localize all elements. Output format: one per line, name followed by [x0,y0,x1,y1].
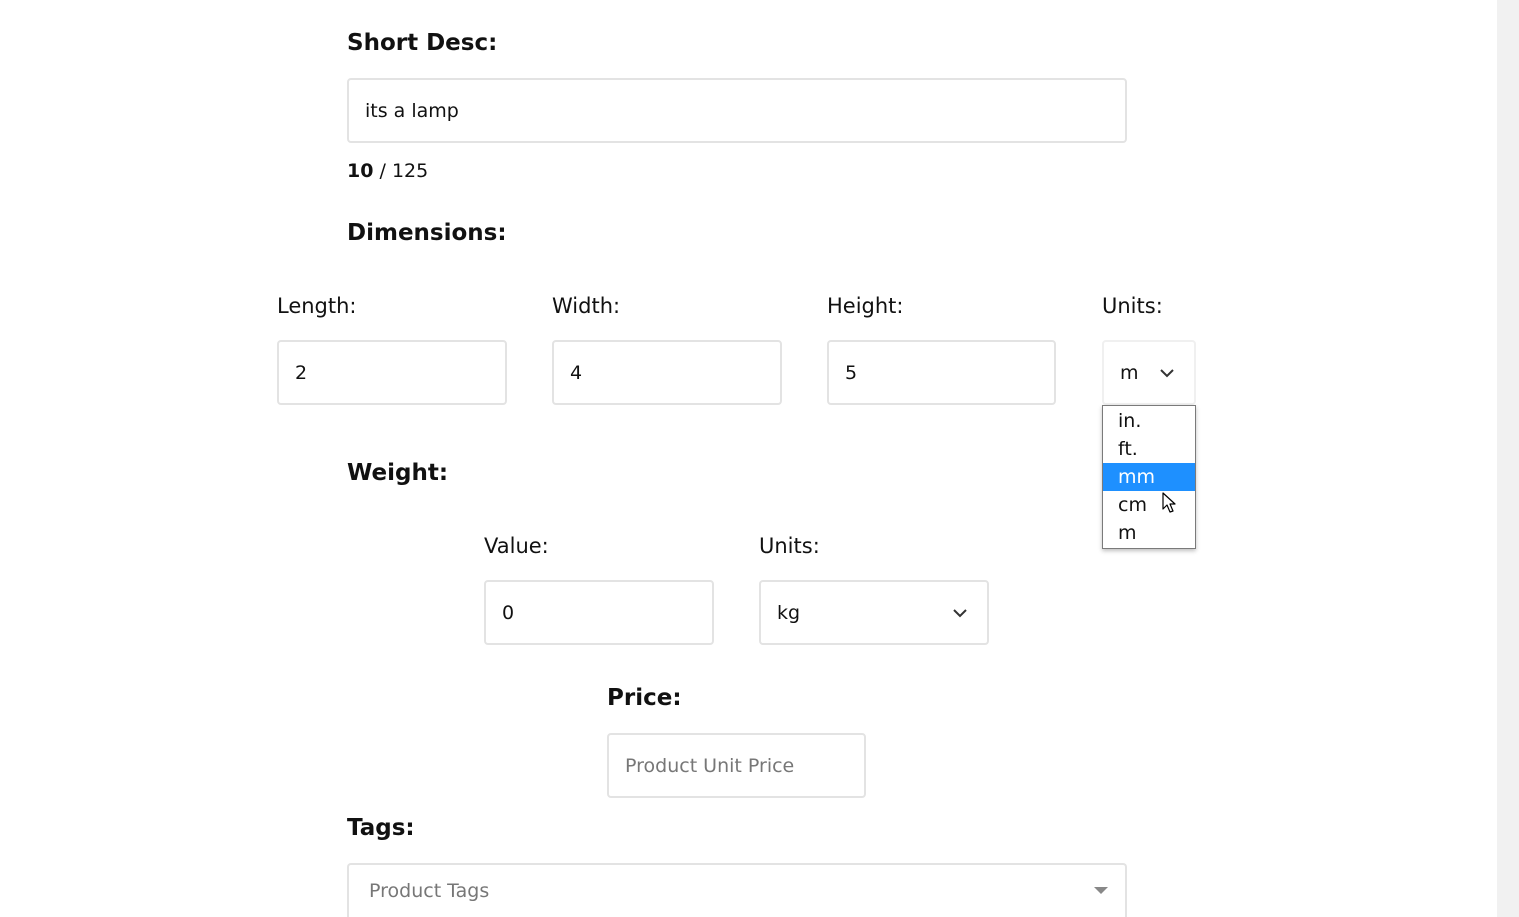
length-label: Length: [277,294,357,318]
tags-placeholder: Product Tags [369,880,490,902]
caret-down-icon [1094,887,1108,894]
price-input[interactable] [607,733,866,798]
chevron-down-icon [953,608,967,617]
width-input[interactable] [552,340,782,405]
char-count-max: 125 [391,160,429,182]
weight-heading: Weight: [347,460,449,486]
short-desc-heading: Short Desc: [347,30,498,56]
units-option-cm[interactable]: cm [1103,491,1195,519]
dimension-units-value: m [1120,361,1139,384]
dimensions-heading: Dimensions: [347,220,507,246]
units-option-mm[interactable]: mm [1103,463,1195,491]
weight-units-select[interactable]: kg [759,580,989,645]
length-input[interactable] [277,340,507,405]
mouse-pointer-icon [1162,492,1176,513]
product-form-page: Short Desc: 10 / 125 Dimensions: Length:… [0,0,1519,917]
char-count-current: 10 [347,160,374,182]
units-option-m[interactable]: m [1103,519,1195,547]
weight-value-input[interactable] [484,580,714,645]
tags-heading: Tags: [347,815,415,841]
page-scrollbar[interactable] [1497,0,1519,917]
dimension-units-select[interactable]: m [1102,340,1196,405]
height-input[interactable] [827,340,1056,405]
char-count-separator: / [373,160,392,182]
weight-units-value: kg [777,601,801,624]
short-desc-input[interactable] [347,78,1127,143]
dimension-units-label: Units: [1102,294,1163,318]
units-option-ft[interactable]: ft. [1103,435,1195,463]
dimension-units-options-list: in. ft. mm cm m [1102,405,1196,549]
weight-value-label: Value: [484,534,549,558]
width-label: Width: [552,294,621,318]
units-option-in[interactable]: in. [1103,407,1195,435]
price-heading: Price: [607,685,682,711]
weight-units-label: Units: [759,534,820,558]
tags-select[interactable]: Product Tags [347,863,1127,917]
short-desc-char-counter: 10 / 125 [347,160,428,182]
chevron-down-icon [1160,368,1174,377]
height-label: Height: [827,294,904,318]
